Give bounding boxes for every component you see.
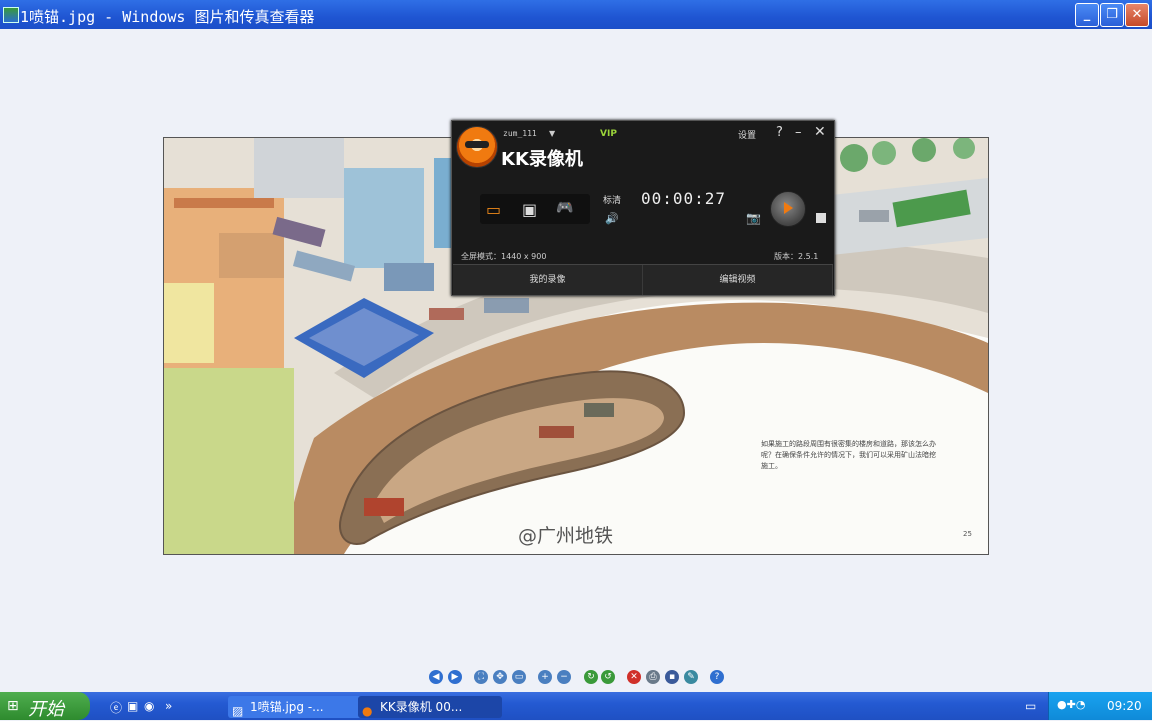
version-label: 版本：2.5.1 <box>774 252 819 261</box>
edit-icon[interactable]: ✎ <box>684 670 698 684</box>
page-number: 25 <box>963 530 972 538</box>
rotate-clockwise-icon[interactable]: ↻ <box>584 670 598 684</box>
actual-size-icon[interactable]: ✥ <box>493 670 507 684</box>
taskbar: ⊞ 开始 ⓔ ▣ ◉ » ▨ 1喷锚.jpg -... ● KK录像机 00..… <box>0 692 1152 720</box>
window-mode-icon[interactable]: ▣ <box>522 200 537 219</box>
window-title-bar: 1喷锚.jpg - Windows 图片和传真查看器 _ ❐ ✕ <box>0 0 1152 29</box>
help-icon[interactable]: ? <box>776 125 783 140</box>
print-icon[interactable]: ⎙ <box>646 670 660 684</box>
help-icon[interactable]: ? <box>710 670 724 684</box>
tray-icons[interactable]: ●✚◔ <box>1057 698 1085 711</box>
windows-logo-icon: ⊞ <box>7 698 19 714</box>
illustration-caption: 如果施工的路段周围有很密集的楼房和道路，那该怎么办呢？在确保条件允许的情况下，我… <box>761 440 936 470</box>
quicklaunch-chevron-icon[interactable]: » <box>165 699 172 713</box>
rotate-counterclockwise-icon[interactable]: ↺ <box>601 670 615 684</box>
zoom-in-icon[interactable]: + <box>538 670 552 684</box>
kk-username[interactable]: zum_111 <box>503 129 537 138</box>
camera-icon[interactable]: 📷 <box>746 211 761 225</box>
fullscreen-mode-label: 全屏模式：1440 x 900 <box>461 252 547 261</box>
screen-mode-icon[interactable]: ▭ <box>486 200 501 219</box>
media-quicklaunch-icon[interactable]: ◉ <box>144 699 154 713</box>
kk-close-icon[interactable]: ✕ <box>814 124 826 140</box>
clock: 09:20 <box>1107 699 1142 713</box>
ie-quicklaunch-icon[interactable]: ⓔ <box>110 699 122 716</box>
watermark-text: @广州地铁 <box>518 525 614 547</box>
desktop-quicklaunch-icon[interactable]: ▣ <box>127 699 138 713</box>
vip-badge[interactable]: VIP <box>600 129 617 139</box>
system-tray: ●✚◔ 09:20 <box>1048 692 1152 720</box>
image-viewer-icon: ▨ <box>232 704 244 718</box>
kk-bottom-tabs: 我的录像 编辑视频 <box>453 264 833 295</box>
tab-edit-video[interactable]: 编辑视频 <box>643 265 833 295</box>
chevron-down-icon[interactable]: ▼ <box>549 129 555 138</box>
taskbar-item-label: 1喷锚.jpg -... <box>250 700 324 714</box>
settings-link[interactable]: 设置 <box>738 128 756 141</box>
language-bar-icon[interactable]: ▭ <box>1025 699 1036 713</box>
start-label: 开始 <box>28 699 64 720</box>
quality-selector[interactable]: 标清 <box>603 193 621 206</box>
kk-minimize-icon[interactable]: – <box>795 125 802 140</box>
recording-timer: 00:00:27 <box>641 189 727 208</box>
previous-image-icon[interactable]: ◀ <box>429 670 443 684</box>
stop-button[interactable] <box>816 213 826 223</box>
image-viewer-icon <box>3 7 19 23</box>
next-image-icon[interactable]: ▶ <box>448 670 462 684</box>
close-button[interactable]: ✕ <box>1125 3 1149 27</box>
best-fit-icon[interactable]: ⛶ <box>474 670 488 684</box>
play-icon <box>784 202 793 214</box>
kk-recorder-window: zum_111 ▼ VIP KK录像机 设置 ? – ✕ ▭ ▣ 🎮 标清 🔊 … <box>451 120 835 296</box>
zoom-out-icon[interactable]: − <box>557 670 571 684</box>
kk-logo-icon <box>456 126 498 168</box>
taskbar-item-label: KK录像机 00... <box>380 700 463 714</box>
taskbar-item-image-viewer[interactable]: ▨ 1喷锚.jpg -... <box>228 696 372 718</box>
record-button[interactable] <box>770 191 806 227</box>
viewer-toolbar: ◀ ▶ ⛶ ✥ ▭ + − ↻ ↺ ✕ ⎙ ▪ ✎? <box>0 667 1152 689</box>
tab-my-recordings[interactable]: 我的录像 <box>453 265 643 295</box>
save-icon[interactable]: ▪ <box>665 670 679 684</box>
window-title: 1喷锚.jpg - Windows 图片和传真查看器 <box>20 8 315 26</box>
maximize-button[interactable]: ❐ <box>1100 3 1124 27</box>
taskbar-item-kk-recorder[interactable]: ● KK录像机 00... <box>358 696 502 718</box>
minimize-button[interactable]: _ <box>1075 3 1099 27</box>
game-mode-icon[interactable]: 🎮 <box>556 200 573 216</box>
kk-recorder-icon: ● <box>362 704 373 718</box>
slideshow-icon[interactable]: ▭ <box>512 670 526 684</box>
delete-icon[interactable]: ✕ <box>627 670 641 684</box>
kk-brand-title: KK录像机 <box>501 149 583 170</box>
start-button[interactable]: ⊞ 开始 <box>0 692 90 720</box>
volume-icon[interactable]: 🔊 <box>605 212 619 225</box>
